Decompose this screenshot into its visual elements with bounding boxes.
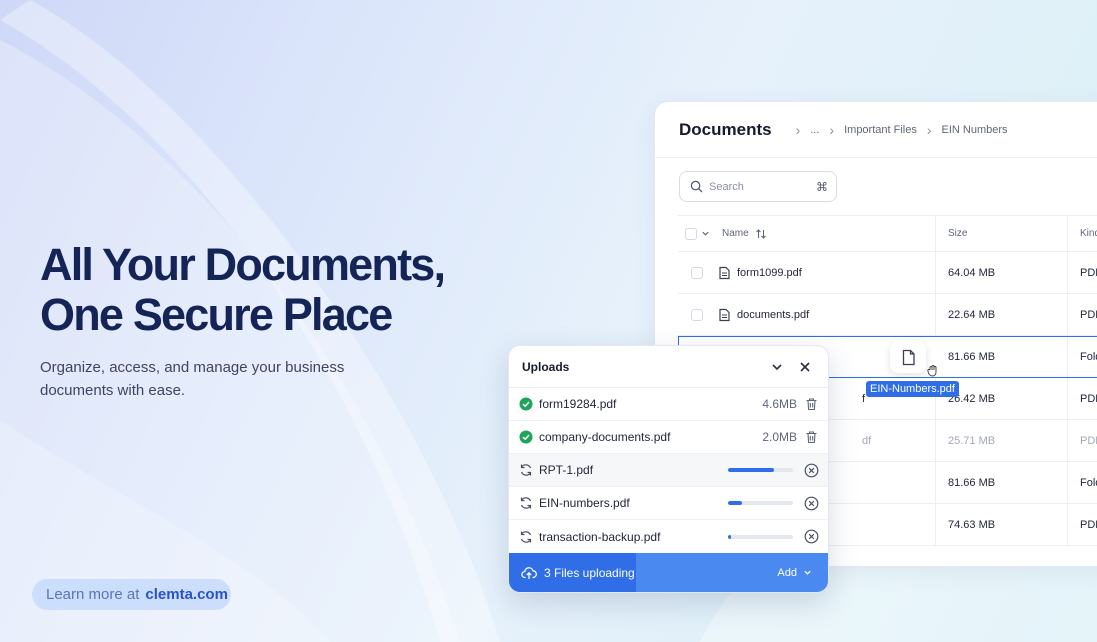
collapse-chevron-icon[interactable] [770, 360, 784, 374]
file-size: 22.64 MB [948, 308, 996, 321]
table-header: Name Size Kind [678, 215, 1097, 252]
column-size[interactable]: Size [936, 216, 1068, 251]
upload-file-size: 2.0MB [762, 430, 797, 444]
breadcrumb-ellipsis[interactable]: ... [810, 124, 819, 136]
file-size: 74.63 MB [948, 518, 996, 531]
table-row[interactable]: documents.pdf 22.64 MB PDF [678, 294, 1097, 336]
close-icon[interactable] [798, 360, 812, 374]
sort-icon[interactable] [755, 228, 767, 240]
select-all-checkbox[interactable] [684, 227, 697, 240]
upload-item: EIN-numbers.pdf [509, 487, 828, 520]
add-button-label: Add [777, 566, 797, 579]
refresh-icon [520, 464, 532, 476]
row-checkbox[interactable] [691, 266, 703, 279]
file-kind: Fold [1080, 476, 1097, 489]
column-name[interactable]: Name [712, 216, 936, 251]
cancel-circle-icon[interactable] [804, 463, 819, 478]
column-kind[interactable]: Kind [1068, 228, 1097, 239]
file-kind: PDF [1080, 434, 1097, 447]
search-input[interactable] [709, 180, 809, 193]
file-icon [902, 349, 915, 365]
uploads-header: Uploads [509, 346, 828, 388]
file-size: 25.71 MB [948, 434, 996, 447]
learn-more-label: Learn more at [46, 586, 140, 603]
file-size: 81.66 MB [948, 350, 996, 363]
file-text-icon [719, 308, 730, 321]
upload-status-text: 3 Files uploading [544, 565, 635, 580]
check-circle-icon [519, 397, 533, 411]
documents-title: Documents [679, 119, 772, 139]
row-checkbox[interactable] [691, 308, 703, 321]
chevron-down-icon [804, 570, 811, 575]
upload-file-name: RPT-1.pdf [539, 463, 594, 477]
file-name: f [862, 392, 866, 405]
refresh-icon [520, 530, 532, 543]
search-icon [690, 180, 703, 193]
column-kind-label: Kind [1080, 228, 1097, 239]
hero-title-line2: One Secure Place [40, 289, 393, 340]
trash-icon[interactable] [805, 397, 818, 411]
column-size-label: Size [948, 228, 968, 239]
file-size: 81.66 MB [948, 476, 996, 489]
upload-item: form19284.pdf 4.6MB [509, 388, 828, 421]
uploads-panel: Uploads form19284.pdf 4.6MB company-docu… [508, 345, 829, 593]
trash-icon[interactable] [805, 430, 818, 444]
chevron-right-icon: › [926, 121, 932, 138]
learn-more-pill[interactable]: Learn more at clemta.com [32, 579, 231, 610]
chevron-down-icon[interactable] [701, 229, 710, 238]
chevron-right-icon: › [795, 121, 801, 138]
breadcrumb-ein-numbers[interactable]: EIN Numbers [942, 124, 1008, 136]
upload-progress-fill [728, 534, 732, 539]
file-kind: PDF [1080, 308, 1097, 321]
hero-title: All Your Documents, One Secure Place [40, 240, 500, 340]
uploads-title: Uploads [522, 359, 570, 374]
upload-progress-bar [728, 534, 793, 539]
file-name: df [862, 434, 872, 447]
breadcrumb-important-files[interactable]: Important Files [844, 124, 917, 136]
upload-progress-bar [728, 501, 793, 505]
upload-item: RPT-1.pdf [509, 454, 828, 487]
dragged-file-card[interactable] [890, 341, 926, 373]
select-all[interactable] [678, 227, 712, 240]
cloud-upload-icon [521, 566, 537, 579]
cancel-circle-icon[interactable] [804, 496, 819, 511]
hero-title-line1: All Your Documents, [40, 239, 446, 290]
upload-file-name: EIN-numbers.pdf [539, 496, 630, 510]
dragged-file-label: EIN-Numbers.pdf [866, 381, 959, 397]
upload-file-name: transaction-backup.pdf [539, 529, 661, 544]
add-button[interactable]: Add [777, 567, 812, 579]
file-kind: PDF [1080, 266, 1097, 279]
cancel-circle-icon[interactable] [804, 529, 819, 544]
upload-item: transaction-backup.pdf [509, 520, 828, 553]
upload-item: company-documents.pdf 2.0MB [509, 421, 828, 454]
learn-more-link[interactable]: clemta.com [145, 586, 228, 603]
upload-file-size: 4.6MB [762, 397, 797, 411]
search-box[interactable]: ⌘ [679, 171, 837, 202]
table-row[interactable]: form1099.pdf 64.04 MB PDF [678, 252, 1097, 294]
file-kind: Fold [1080, 350, 1097, 363]
upload-progress-fill [728, 501, 743, 505]
upload-progress-bar [728, 468, 793, 472]
column-name-label: Name [722, 228, 749, 239]
upload-file-name: company-documents.pdf [539, 430, 671, 444]
file-size: 64.04 MB [948, 266, 996, 279]
file-kind: PDF [1080, 392, 1097, 405]
file-text-icon [719, 266, 730, 279]
refresh-icon [520, 497, 532, 509]
file-name: form1099.pdf [737, 266, 802, 279]
hero-subtitle: Organize, access, and manage your busine… [40, 359, 345, 399]
upload-status: 3 Files uploading [509, 553, 636, 592]
upload-progress-fill [728, 468, 774, 472]
command-shortcut-icon: ⌘ [816, 179, 828, 194]
chevron-right-icon: › [829, 121, 835, 138]
uploads-footer: 3 Files uploading Add [509, 553, 828, 592]
grab-cursor-icon [927, 365, 937, 377]
file-kind: PDF [1080, 518, 1097, 531]
upload-file-name: form19284.pdf [539, 397, 617, 411]
file-name: documents.pdf [737, 308, 810, 321]
documents-header: Documents › ... › Important Files › EIN … [655, 102, 1097, 158]
check-circle-icon [519, 430, 533, 444]
